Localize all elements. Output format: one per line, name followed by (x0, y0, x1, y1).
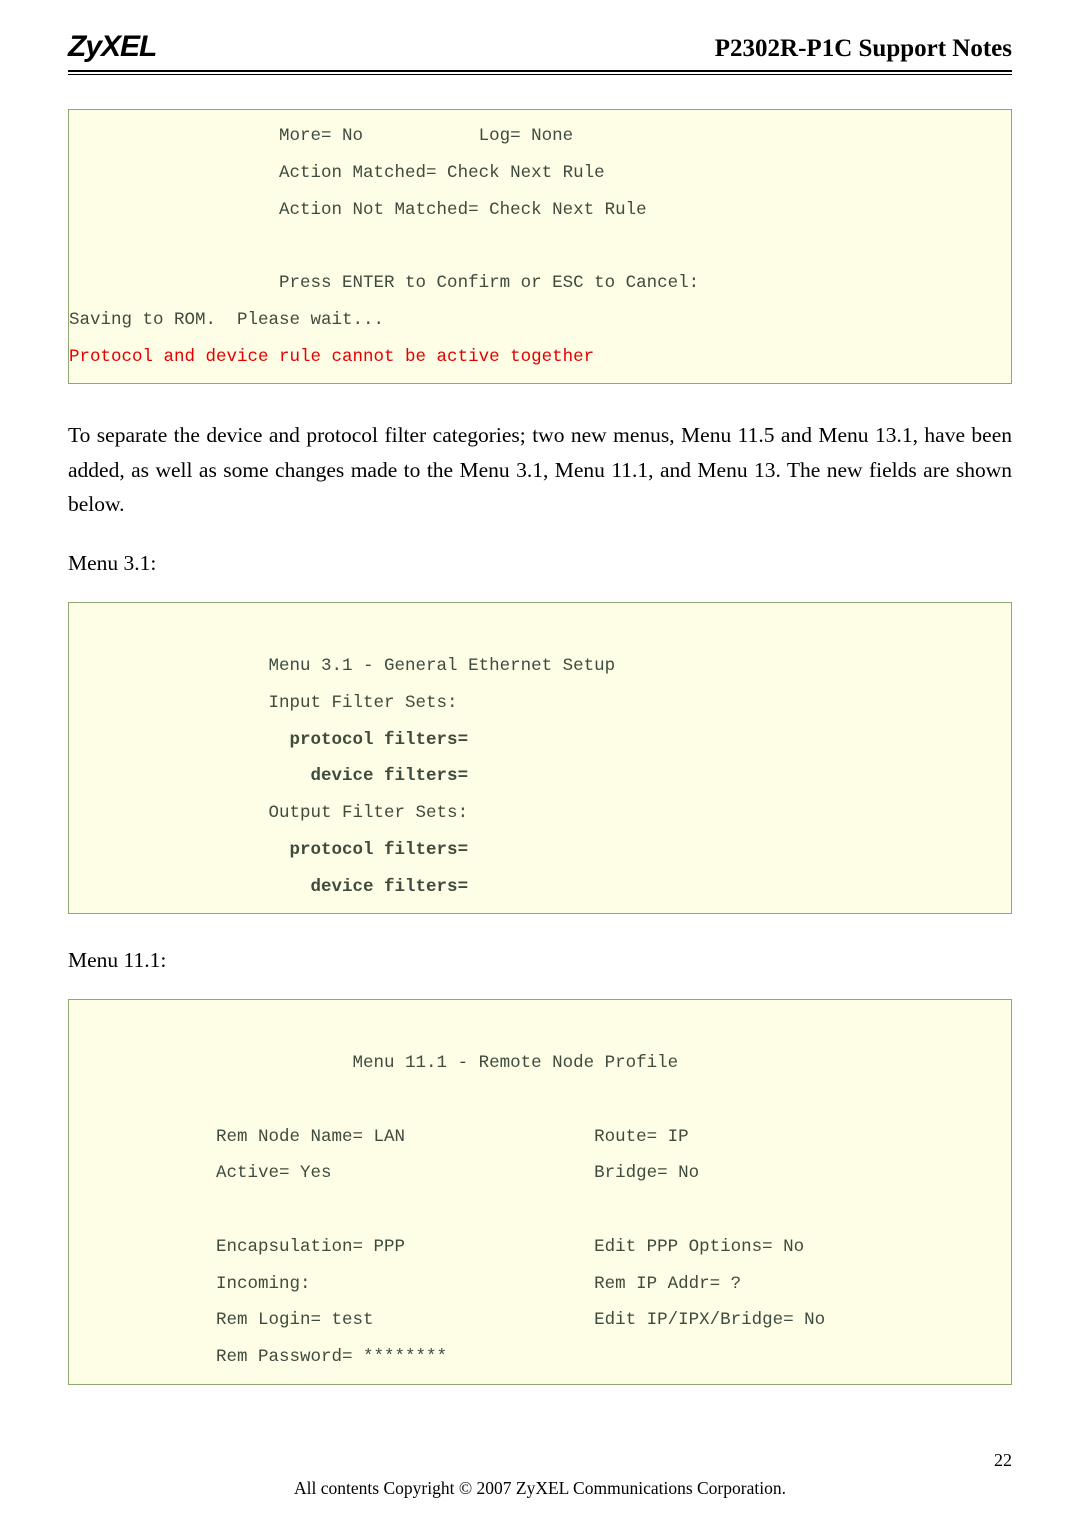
code-line: Edit PPP Options= No (405, 1237, 804, 1257)
code-line-error: Protocol and device rule cannot be activ… (69, 347, 594, 367)
code-line: Encapsulation= PPP (69, 1237, 405, 1257)
code-line: Incoming: (69, 1274, 311, 1294)
code-line: Rem Password= ******** (69, 1347, 447, 1367)
paragraph: To separate the device and protocol filt… (68, 418, 1012, 521)
divider-thin (68, 74, 1012, 75)
logo: ZyXEL (68, 30, 156, 64)
code-line: Menu 11.1 - Remote Node Profile (69, 1053, 678, 1073)
code-line: Active= Yes (69, 1163, 332, 1183)
code-line-bold: device filters= (69, 877, 468, 897)
code-line: Rem Login= test (69, 1310, 374, 1330)
code-line: Menu 3.1 - General Ethernet Setup (69, 656, 615, 676)
code-box-3: Menu 11.1 - Remote Node Profile Rem Node… (68, 999, 1012, 1385)
code-line: Input Filter Sets: (69, 693, 458, 713)
doc-title: P2302R-P1C Support Notes (715, 35, 1012, 63)
code-line: Rem Node Name= LAN (69, 1127, 405, 1147)
code-line-bold: protocol filters= (69, 730, 468, 750)
code-line: Bridge= No (332, 1163, 700, 1183)
code-line: Press ENTER to Confirm or ESC to Cancel: (69, 273, 699, 293)
code-box-2: Menu 3.1 - General Ethernet Setup Input … (68, 602, 1012, 914)
code-line: Action Not Matched= Check Next Rule (69, 200, 647, 220)
code-line: More= No Log= None (69, 126, 573, 146)
section-label-menu111: Menu 11.1: (68, 948, 1012, 973)
code-line: Output Filter Sets: (69, 803, 468, 823)
code-line: Action Matched= Check Next Rule (69, 163, 605, 183)
code-line: Rem IP Addr= ? (311, 1274, 742, 1294)
page-number: 22 (994, 1450, 1012, 1471)
divider-thick (68, 70, 1012, 72)
code-box-1: More= No Log= None Action Matched= Check… (68, 109, 1012, 384)
code-line-bold: protocol filters= (69, 840, 468, 860)
footer-copyright: All contents Copyright © 2007 ZyXEL Comm… (0, 1478, 1080, 1499)
code-line: Route= IP (405, 1127, 689, 1147)
code-line-bold: device filters= (69, 766, 468, 786)
header: ZyXEL P2302R-P1C Support Notes (68, 30, 1012, 64)
code-line: Edit IP/IPX/Bridge= No (374, 1310, 826, 1330)
section-label-menu31: Menu 3.1: (68, 551, 1012, 576)
code-line: Saving to ROM. Please wait... (69, 310, 384, 330)
